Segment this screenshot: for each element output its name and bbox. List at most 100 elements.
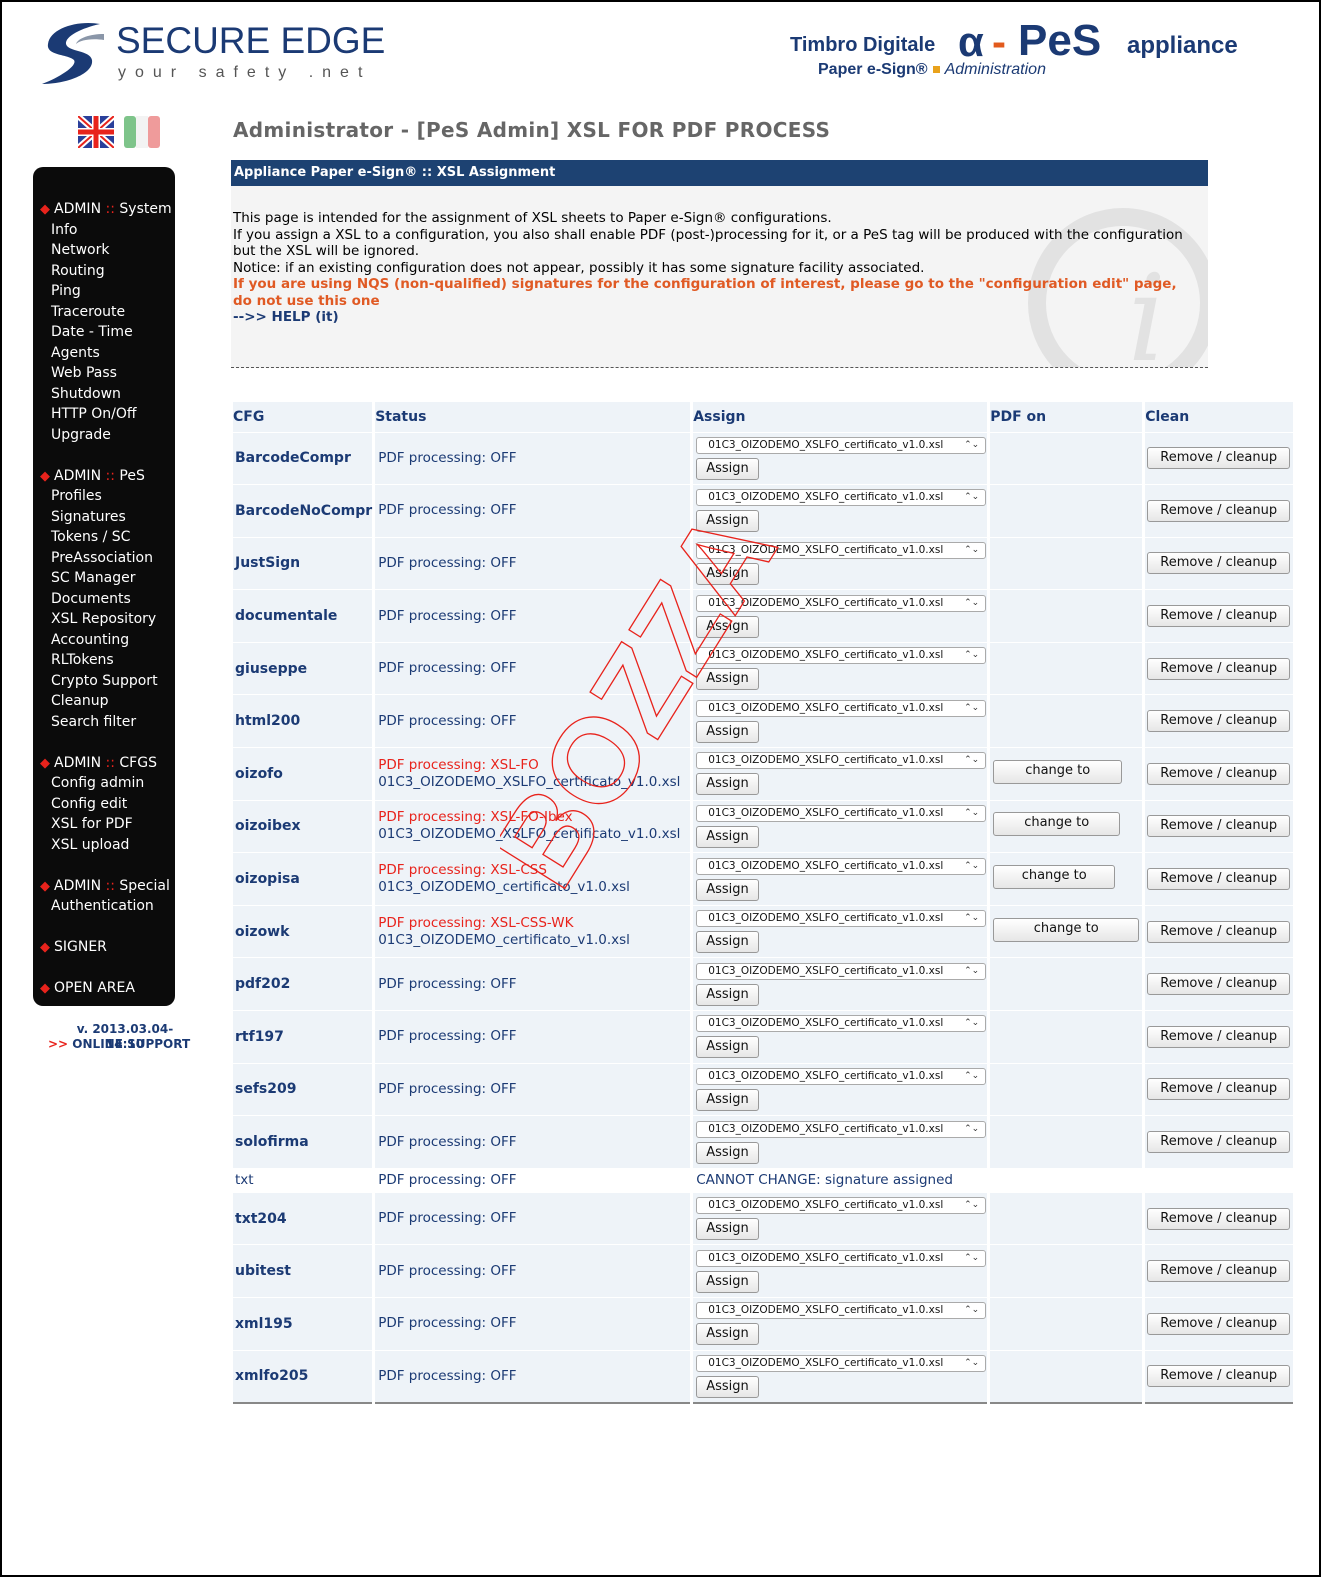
sidebar-group-header[interactable]: ◆ OPEN AREA <box>33 978 175 999</box>
assign-button[interactable]: Assign <box>696 878 759 901</box>
assign-button[interactable]: Assign <box>696 510 759 533</box>
select-arrows-icon: ⌃⌄ <box>964 755 980 766</box>
remove-cleanup-button[interactable]: Remove / cleanup <box>1147 499 1291 522</box>
assign-button[interactable]: Assign <box>696 825 759 848</box>
sidebar-group-header[interactable]: ◆ ADMIN :: CFGS <box>33 753 175 774</box>
sidebar-item[interactable]: HTTP On/Off <box>33 404 175 425</box>
uk-flag-icon[interactable] <box>78 116 114 148</box>
assign-button[interactable]: Assign <box>696 668 759 691</box>
assign-button[interactable]: Assign <box>696 1218 759 1241</box>
sidebar-group-header[interactable]: ◆ ADMIN :: Special <box>33 876 175 897</box>
sidebar-item[interactable]: Shutdown <box>33 384 175 405</box>
sidebar-item[interactable]: Signatures <box>33 507 175 528</box>
sidebar-item[interactable]: Web Pass <box>33 363 175 384</box>
assign-button[interactable]: Assign <box>696 562 759 585</box>
sidebar-item[interactable]: Profiles <box>33 486 175 507</box>
remove-cleanup-button[interactable]: Remove / cleanup <box>1147 552 1291 575</box>
sidebar-item[interactable]: SC Manager <box>33 568 175 589</box>
xsl-select[interactable]: 01C3_OIZODEMO_XSLFO_certificato_v1.0.xsl… <box>696 804 987 822</box>
sidebar-item[interactable]: Upgrade <box>33 425 175 446</box>
change-to-button[interactable]: change to <box>993 865 1116 890</box>
sidebar-group-header[interactable]: ◆ ADMIN :: PeS <box>33 466 175 487</box>
xsl-select[interactable]: 01C3_OIZODEMO_XSLFO_certificato_v1.0.xsl… <box>696 857 987 875</box>
assign-button[interactable]: Assign <box>696 983 759 1006</box>
xsl-select[interactable]: 01C3_OIZODEMO_XSLFO_certificato_v1.0.xsl… <box>696 647 987 665</box>
remove-cleanup-button[interactable]: Remove / cleanup <box>1147 1078 1291 1101</box>
remove-cleanup-button[interactable]: Remove / cleanup <box>1147 1131 1291 1154</box>
sidebar-item[interactable]: Authentication <box>33 896 175 917</box>
sidebar-item[interactable]: RLTokens <box>33 650 175 671</box>
xsl-select[interactable]: 01C3_OIZODEMO_XSLFO_certificato_v1.0.xsl… <box>696 541 987 559</box>
remove-cleanup-button[interactable]: Remove / cleanup <box>1147 1312 1291 1335</box>
remove-cleanup-button[interactable]: Remove / cleanup <box>1147 1260 1291 1283</box>
sidebar-item[interactable]: XSL for PDF <box>33 814 175 835</box>
sidebar-item[interactable]: Network <box>33 240 175 261</box>
sidebar-item[interactable]: Info <box>33 220 175 241</box>
sidebar-item[interactable]: Config edit <box>33 794 175 815</box>
assign-button[interactable]: Assign <box>696 1036 759 1059</box>
select-arrows-icon: ⌃⌄ <box>964 544 980 555</box>
assign-button[interactable]: Assign <box>696 773 759 796</box>
assign-button[interactable]: Assign <box>696 1088 759 1111</box>
sidebar-group-header[interactable]: ◆ ADMIN :: System <box>33 199 175 220</box>
remove-cleanup-button[interactable]: Remove / cleanup <box>1147 605 1291 628</box>
sidebar-item[interactable]: Cleanup <box>33 691 175 712</box>
remove-cleanup-button[interactable]: Remove / cleanup <box>1147 1207 1291 1230</box>
remove-cleanup-button[interactable]: Remove / cleanup <box>1147 868 1291 891</box>
change-to-button[interactable]: change to <box>993 917 1140 942</box>
sidebar-group-header[interactable]: ◆ SIGNER <box>33 937 175 958</box>
xsl-select[interactable]: 01C3_OIZODEMO_XSLFO_certificato_v1.0.xsl… <box>696 1302 987 1320</box>
sidebar-item[interactable]: Search filter <box>33 712 175 733</box>
xsl-select[interactable]: 01C3_OIZODEMO_XSLFO_certificato_v1.0.xsl… <box>696 752 987 770</box>
remove-cleanup-button[interactable]: Remove / cleanup <box>1147 762 1291 785</box>
assign-button[interactable]: Assign <box>696 1270 759 1293</box>
remove-cleanup-button[interactable]: Remove / cleanup <box>1147 657 1291 680</box>
xsl-select[interactable]: 01C3_OIZODEMO_XSLFO_certificato_v1.0.xsl… <box>696 1197 987 1215</box>
change-to-button[interactable]: change to <box>993 759 1123 784</box>
sidebar-item[interactable]: Agents <box>33 343 175 364</box>
help-link[interactable]: -->> HELP (it) <box>233 309 1193 326</box>
secure-edge-logo[interactable]: SECURE EDGE your safety .net <box>38 18 385 88</box>
assign-button[interactable]: Assign <box>696 457 759 480</box>
remove-cleanup-button[interactable]: Remove / cleanup <box>1147 1025 1291 1048</box>
xsl-select[interactable]: 01C3_OIZODEMO_XSLFO_certificato_v1.0.xsl… <box>696 594 987 612</box>
remove-cleanup-button[interactable]: Remove / cleanup <box>1147 1365 1291 1388</box>
xsl-select[interactable]: 01C3_OIZODEMO_XSLFO_certificato_v1.0.xsl… <box>696 1067 987 1085</box>
xsl-select[interactable]: 01C3_OIZODEMO_XSLFO_certificato_v1.0.xsl… <box>696 1120 987 1138</box>
xsl-select[interactable]: 01C3_OIZODEMO_XSLFO_certificato_v1.0.xsl… <box>696 436 987 454</box>
sidebar-item[interactable]: XSL upload <box>33 835 175 856</box>
xsl-select[interactable]: 01C3_OIZODEMO_XSLFO_certificato_v1.0.xsl… <box>696 962 987 980</box>
xsl-select[interactable]: 01C3_OIZODEMO_XSLFO_certificato_v1.0.xsl… <box>696 699 987 717</box>
sidebar-item[interactable]: Traceroute <box>33 302 175 323</box>
remove-cleanup-button[interactable]: Remove / cleanup <box>1147 710 1291 733</box>
sidebar-item[interactable]: Crypto Support <box>33 671 175 692</box>
it-flag-icon[interactable] <box>124 116 160 148</box>
xsl-select[interactable]: 01C3_OIZODEMO_XSLFO_certificato_v1.0.xsl… <box>696 1249 987 1267</box>
change-to-button[interactable]: change to <box>993 812 1121 837</box>
assign-button[interactable]: Assign <box>696 931 759 954</box>
sidebar-item[interactable]: PreAssociation <box>33 548 175 569</box>
sidebar-item[interactable]: Ping <box>33 281 175 302</box>
remove-cleanup-button[interactable]: Remove / cleanup <box>1147 815 1291 838</box>
sidebar-item[interactable]: Routing <box>33 261 175 282</box>
remove-cleanup-button[interactable]: Remove / cleanup <box>1147 920 1291 943</box>
xsl-select[interactable]: 01C3_OIZODEMO_XSLFO_certificato_v1.0.xsl… <box>696 1354 987 1372</box>
sidebar-group: ◆ SIGNER <box>33 937 175 978</box>
assign-button[interactable]: Assign <box>696 1141 759 1164</box>
sidebar-item[interactable]: Accounting <box>33 630 175 651</box>
sidebar-item[interactable]: Date - Time <box>33 322 175 343</box>
xsl-select[interactable]: 01C3_OIZODEMO_XSLFO_certificato_v1.0.xsl… <box>696 910 987 928</box>
online-support-link[interactable]: >> ONLINE SUPPORT <box>48 1037 190 1051</box>
remove-cleanup-button[interactable]: Remove / cleanup <box>1147 973 1291 996</box>
assign-button[interactable]: Assign <box>696 615 759 638</box>
assign-button[interactable]: Assign <box>696 1323 759 1346</box>
sidebar-item[interactable]: Documents <box>33 589 175 610</box>
sidebar-item[interactable]: XSL Repository <box>33 609 175 630</box>
assign-button[interactable]: Assign <box>696 1375 759 1398</box>
assign-button[interactable]: Assign <box>696 720 759 743</box>
remove-cleanup-button[interactable]: Remove / cleanup <box>1147 447 1291 470</box>
sidebar-item[interactable]: Tokens / SC <box>33 527 175 548</box>
xsl-select[interactable]: 01C3_OIZODEMO_XSLFO_certificato_v1.0.xsl… <box>696 1015 987 1033</box>
xsl-select[interactable]: 01C3_OIZODEMO_XSLFO_certificato_v1.0.xsl… <box>696 489 987 507</box>
sidebar-item[interactable]: Config admin <box>33 773 175 794</box>
